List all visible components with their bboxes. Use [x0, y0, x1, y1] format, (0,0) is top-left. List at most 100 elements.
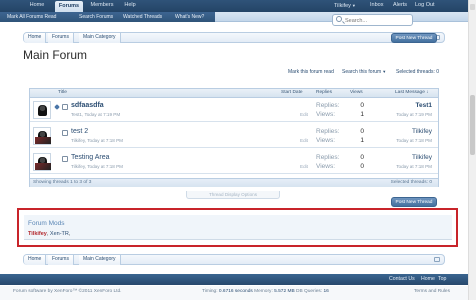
memory-label: Memory:: [254, 289, 273, 294]
replies-count: 0: [360, 154, 364, 161]
moderator-link[interactable]: Tilkifey: [28, 231, 47, 237]
search-forum-label: Search this forum: [342, 69, 382, 75]
breadcrumb-main-category[interactable]: Main Category: [79, 255, 121, 265]
last-message-time[interactable]: Today at 7:19 PM: [396, 112, 432, 117]
inbox-link[interactable]: Inbox: [370, 0, 383, 12]
replies-label: Replies:: [316, 128, 340, 135]
avatar[interactable]: [33, 101, 51, 119]
forum-mods-panel: Forum Mods Tilkifey, Xen-TR,: [24, 215, 452, 240]
scroll-up-arrow[interactable]: [470, 4, 475, 10]
chevron-down-icon: ▼: [351, 3, 356, 8]
thread-display-options-button[interactable]: Thread Display Options: [186, 191, 280, 199]
table-row[interactable]: sdfaasdfa Test1, Today at 7:19 PM Edit R…: [30, 99, 438, 122]
post-new-thread-button[interactable]: Post New Thread: [391, 33, 437, 43]
jump-menu-icon[interactable]: [434, 257, 440, 262]
search-forum-link[interactable]: Search this forum▼: [342, 69, 386, 75]
search-input[interactable]: [345, 16, 411, 25]
breadcrumb-home[interactable]: Home: [24, 255, 47, 265]
timing-label: Timing:: [202, 289, 218, 294]
timing-value: 0.6716 seconds: [218, 289, 253, 294]
account-menu[interactable]: Tilkifey▼: [334, 0, 356, 12]
breadcrumb: Home Forums Main Category: [23, 32, 445, 43]
thread-list-footer: Showing threads 1 to 3 of 3 Selected thr…: [30, 178, 438, 187]
post-new-thread-button-bottom[interactable]: Post New Thread: [391, 197, 437, 207]
thread-meta: Tilkifey, Today at 7:18 PM: [71, 138, 123, 143]
whats-new-link[interactable]: What's New?: [175, 12, 204, 22]
memory-value: 5.572 MB: [274, 289, 295, 294]
contact-us-link[interactable]: Contact Us: [389, 276, 415, 282]
thread-title[interactable]: sdfaasdfa: [71, 102, 104, 109]
db-label: DB Queries:: [296, 289, 323, 294]
terms-link[interactable]: Terms and Rules: [414, 289, 450, 294]
replies-count: 0: [360, 102, 364, 109]
thread-meta: Test1, Today at 7:19 PM: [71, 112, 121, 117]
breadcrumb-bottom: Home Forums Main Category: [23, 254, 445, 265]
replies-label: Replies:: [316, 154, 340, 161]
selected-threads-link[interactable]: Selected threads: 0: [396, 69, 439, 75]
debug-stats: Timing: 0.6716 seconds Memory: 5.572 MB …: [202, 289, 329, 294]
breadcrumb-home[interactable]: Home: [24, 33, 47, 43]
scrollbar[interactable]: [468, 0, 476, 300]
last-message-user[interactable]: Tilkifey: [412, 128, 432, 135]
tab-help[interactable]: Help: [119, 0, 141, 12]
footer-top-link[interactable]: Top: [438, 276, 446, 282]
breadcrumb-main-category[interactable]: Main Category: [79, 33, 121, 43]
avatar-figure: [38, 105, 47, 116]
mark-forum-read-link[interactable]: Mark this forum read: [288, 69, 334, 75]
column-views[interactable]: Views: [350, 90, 363, 95]
avatar[interactable]: [33, 127, 51, 145]
alerts-link[interactable]: Alerts: [393, 0, 407, 12]
thread-checkbox[interactable]: [62, 104, 68, 110]
column-replies[interactable]: Replies: [316, 90, 332, 95]
tab-members[interactable]: Members: [86, 0, 118, 12]
footer-home-link[interactable]: Home: [421, 276, 435, 282]
forum-mods-list: Tilkifey, Xen-TR,: [28, 231, 70, 237]
search-box[interactable]: [332, 14, 413, 26]
breadcrumb-forums[interactable]: Forums: [48, 255, 74, 265]
thread-title[interactable]: Testing Area: [71, 154, 110, 161]
edit-link[interactable]: Edit: [300, 112, 308, 117]
avatar-detail: [35, 137, 51, 144]
account-username: Tilkifey: [334, 3, 351, 9]
edit-link[interactable]: Edit: [300, 164, 308, 169]
replies-label: Replies:: [316, 102, 340, 109]
avatar[interactable]: [33, 153, 51, 171]
column-title[interactable]: Title: [58, 90, 67, 95]
logout-link[interactable]: Log Out: [415, 0, 435, 12]
scrollbar-thumb[interactable]: [470, 95, 475, 155]
page-title: Main Forum: [23, 48, 88, 62]
tab-forums[interactable]: Forums: [55, 1, 83, 12]
chevron-down-icon: ▼: [382, 69, 387, 74]
views-label: Views:: [316, 111, 336, 118]
thread-list: Title Start Date Replies Views Last Mess…: [29, 88, 439, 187]
breadcrumb-forums[interactable]: Forums: [48, 33, 74, 43]
column-last-message[interactable]: Last Message ↓: [395, 90, 429, 95]
views-label: Views:: [316, 163, 336, 170]
watched-threads-link[interactable]: Watched Threads: [123, 12, 162, 22]
edit-link[interactable]: Edit: [300, 138, 308, 143]
mark-all-read-link[interactable]: Mark All Forums Read: [7, 12, 56, 22]
last-message-time[interactable]: Today at 7:18 PM: [396, 138, 432, 143]
thread-checkbox[interactable]: [62, 156, 68, 162]
moderator-link[interactable]: Xen-TR: [50, 231, 69, 237]
search-forums-link[interactable]: Search Forums: [79, 12, 113, 22]
last-message-user[interactable]: Tilkifey: [412, 154, 432, 161]
views-count: 1: [360, 137, 364, 144]
copyright[interactable]: Forum software by XenForo™ ©2011 XenForo…: [13, 289, 122, 294]
forum-mods-title: Forum Mods: [28, 220, 65, 227]
footer: Forum software by XenForo™ ©2011 XenForo…: [0, 286, 468, 300]
last-message-time[interactable]: Today at 7:18 PM: [396, 164, 432, 169]
thread-checkbox[interactable]: [62, 130, 68, 136]
last-message-user[interactable]: Test1: [416, 102, 433, 109]
column-start-date[interactable]: Start Date: [281, 90, 303, 95]
selected-threads-footer[interactable]: Selected threads: 0: [391, 180, 432, 185]
table-row[interactable]: Testing Area Tilkifey, Today at 7:18 PM …: [30, 151, 438, 174]
forum-mods-box: Forum Mods Tilkifey, Xen-TR,: [17, 208, 458, 247]
avatar-detail: [35, 163, 51, 170]
views-label: Views:: [316, 137, 336, 144]
tab-home[interactable]: Home: [22, 0, 52, 12]
views-count: 0: [360, 163, 364, 170]
db-value: 16: [323, 289, 329, 294]
thread-title[interactable]: test 2: [71, 128, 88, 135]
table-row[interactable]: test 2 Tilkifey, Today at 7:18 PM Edit R…: [30, 125, 438, 148]
